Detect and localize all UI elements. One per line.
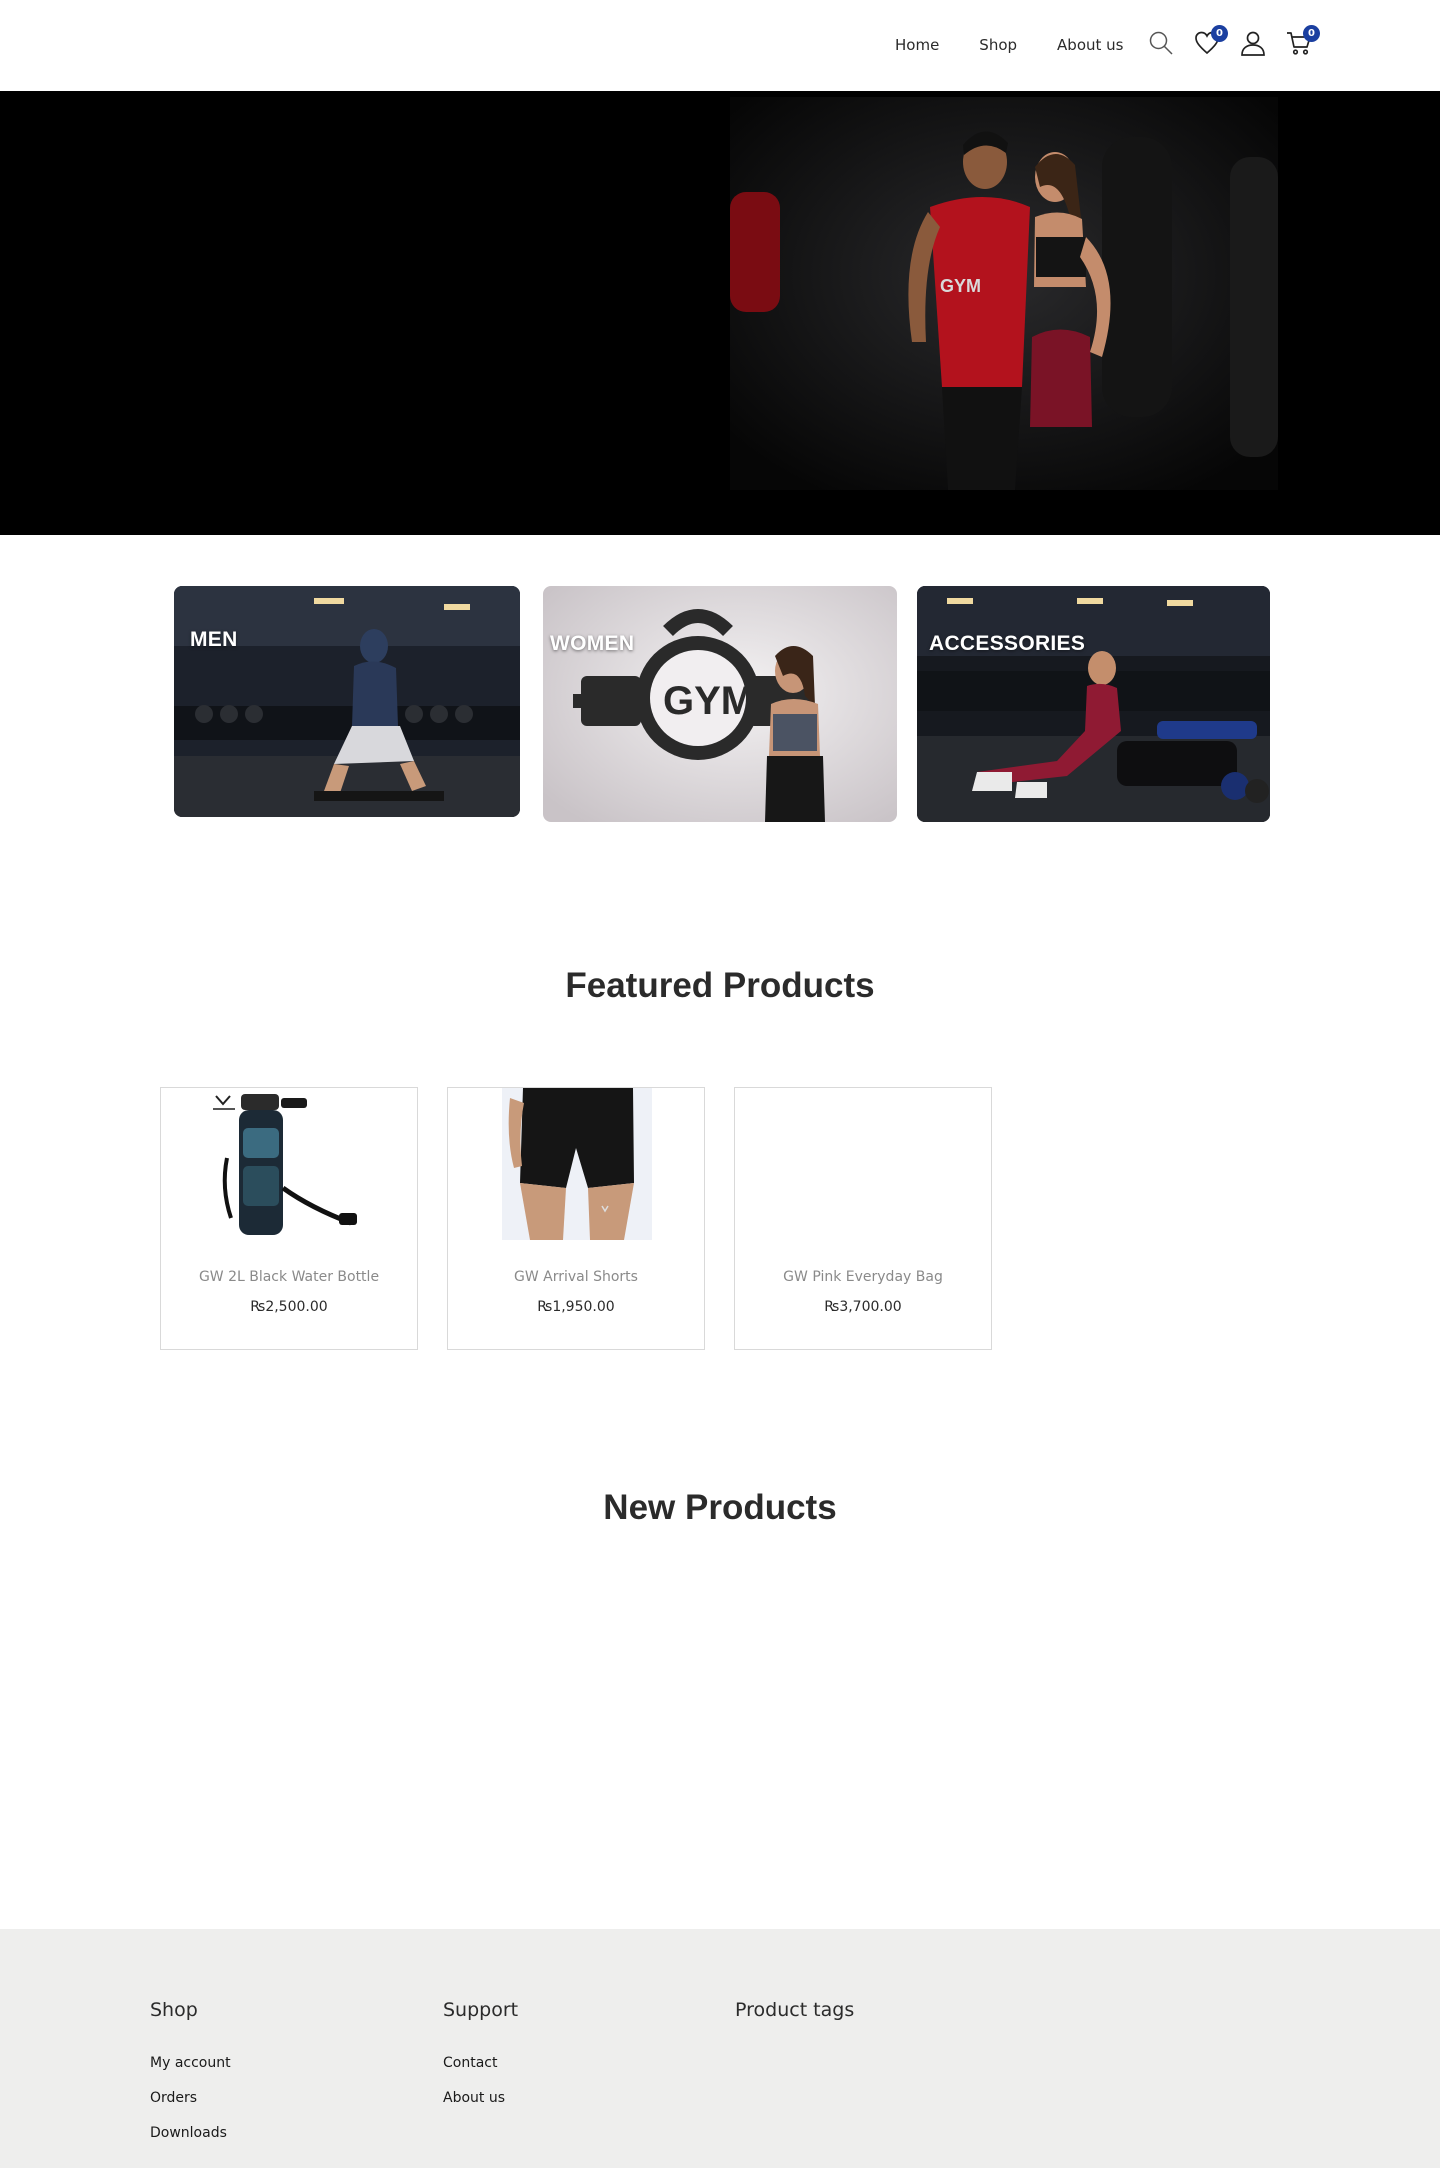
site-footer: Shop My account Orders Downloads Support… xyxy=(0,1929,1440,2168)
footer-orders-link[interactable]: Orders xyxy=(150,2090,231,2106)
account-button[interactable] xyxy=(1238,28,1268,58)
footer-support-column: Support Contact About us xyxy=(443,1999,518,2125)
header-icons: 0 0 xyxy=(1146,25,1320,58)
footer-my-account-link[interactable]: My account xyxy=(150,2055,231,2071)
product-card-pink-bag[interactable]: GW Pink Everyday Bag ₨3,700.00 xyxy=(734,1087,992,1350)
product-card-water-bottle[interactable]: GW 2L Black Water Bottle ₨2,500.00 xyxy=(160,1087,418,1350)
product-card-arrival-shorts[interactable]: GW Arrival Shorts ₨1,950.00 xyxy=(447,1087,705,1350)
wishlist-button[interactable]: 0 xyxy=(1192,25,1228,58)
footer-about-link[interactable]: About us xyxy=(443,2090,518,2106)
hero-banner: GYM xyxy=(0,91,1440,535)
footer-tags-column: Product tags xyxy=(735,1999,854,2055)
nav-home-link[interactable]: Home xyxy=(895,36,939,54)
water-bottle-image xyxy=(213,1094,357,1235)
category-label-women: WOMEN xyxy=(550,632,635,655)
footer-shop-column: Shop My account Orders Downloads xyxy=(150,1999,231,2160)
footer-support-title: Support xyxy=(443,1999,519,2021)
nav-about-link[interactable]: About us xyxy=(1057,36,1123,54)
category-label-men: MEN xyxy=(190,628,238,651)
accessories-category-image xyxy=(917,586,1270,822)
product-name[interactable]: GW Arrival Shorts xyxy=(448,1269,704,1285)
cart-button[interactable]: 0 xyxy=(1284,25,1320,58)
category-card-women[interactable]: GYM WOMEN xyxy=(543,586,897,822)
men-category-image xyxy=(174,586,520,817)
footer-tags-title: Product tags xyxy=(735,1999,855,2021)
footer-contact-link[interactable]: Contact xyxy=(443,2055,518,2071)
product-price: ₨3,700.00 xyxy=(824,1299,902,1315)
category-card-men[interactable]: MEN xyxy=(174,586,520,817)
featured-products-title: Featured Products xyxy=(565,966,875,1005)
category-card-accessories[interactable]: ACCESSORIES xyxy=(917,586,1270,822)
main-nav: Home Shop About us xyxy=(895,36,1123,54)
product-price: ₨1,950.00 xyxy=(537,1299,615,1315)
user-icon xyxy=(1241,31,1265,56)
footer-shop-title: Shop xyxy=(150,1999,198,2021)
hero-image: GYM xyxy=(730,97,1278,490)
category-label-accessories: ACCESSORIES xyxy=(929,632,1086,655)
footer-downloads-link[interactable]: Downloads xyxy=(150,2125,231,2141)
hero-shirt-text: GYM xyxy=(940,276,981,296)
product-name[interactable]: GW Pink Everyday Bag xyxy=(735,1269,991,1285)
women-card-sign-text: GYM xyxy=(663,679,754,723)
product-price: ₨2,500.00 xyxy=(250,1299,328,1315)
new-products-title: New Products xyxy=(603,1488,837,1527)
pink-bag-image xyxy=(735,1088,991,1240)
product-name[interactable]: GW 2L Black Water Bottle xyxy=(161,1269,417,1285)
wishlist-count-badge: 0 xyxy=(1211,25,1228,42)
search-icon xyxy=(1149,31,1173,55)
women-category-image: GYM xyxy=(543,586,897,822)
site-header: Home Shop About us 0 0 xyxy=(0,0,1440,91)
nav-shop-link[interactable]: Shop xyxy=(979,36,1017,54)
search-button[interactable] xyxy=(1146,28,1176,58)
arrival-shorts-image xyxy=(502,1088,652,1240)
cart-count-badge: 0 xyxy=(1303,25,1320,42)
